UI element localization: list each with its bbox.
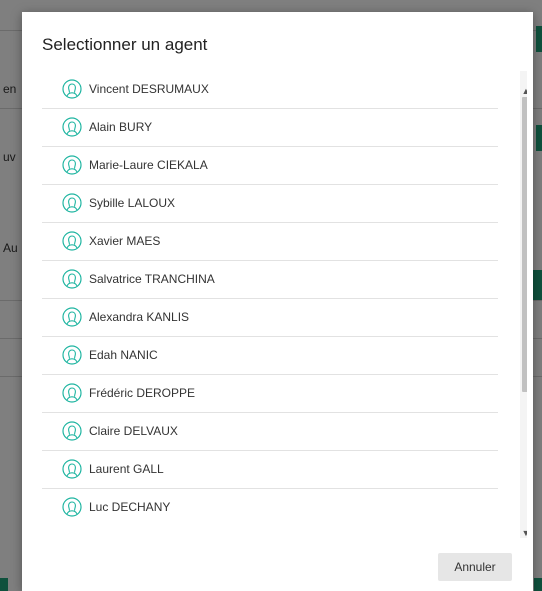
- agent-list-item[interactable]: Frédéric DEROPPE: [42, 375, 498, 413]
- agent-name: Salvatrice TRANCHINA: [89, 272, 215, 286]
- agent-list-item[interactable]: Edah NANIC: [42, 337, 498, 375]
- scrollbar-thumb[interactable]: [522, 97, 527, 392]
- agent-name: Marie-Laure CIEKALA: [89, 158, 208, 172]
- agent-name: Alain BURY: [89, 120, 153, 134]
- agent-list-item[interactable]: Alexandra KANLIS: [42, 299, 498, 337]
- agent-list-item[interactable]: Vincent DESRUMAUX: [42, 71, 498, 109]
- select-agent-dialog: Selectionner un agent Vincent DESRUMAUX A…: [22, 12, 533, 591]
- user-icon: [62, 497, 82, 517]
- user-icon: [62, 307, 82, 327]
- scroll-down-arrow-icon[interactable]: ▼: [520, 527, 527, 538]
- agent-name: Edah NANIC: [89, 348, 158, 362]
- agent-list-item[interactable]: Sybille LALOUX: [42, 185, 498, 223]
- scroll-up-arrow-icon[interactable]: ▲: [520, 85, 527, 97]
- agent-list-item[interactable]: Marie-Laure CIEKALA: [42, 147, 498, 185]
- user-icon: [62, 193, 82, 213]
- agent-name: Frédéric DEROPPE: [89, 386, 196, 400]
- cancel-button[interactable]: Annuler: [438, 553, 512, 581]
- agent-list-item[interactable]: Salvatrice TRANCHINA: [42, 261, 498, 299]
- user-icon: [62, 459, 82, 479]
- user-icon: [62, 117, 82, 137]
- agent-name: Vincent DESRUMAUX: [89, 82, 209, 96]
- user-icon: [62, 383, 82, 403]
- user-icon: [62, 155, 82, 175]
- agent-name: Alexandra KANLIS: [89, 310, 190, 324]
- agent-list: Vincent DESRUMAUX Alain BURY Marie-Laure C…: [42, 71, 498, 527]
- dialog-title: Selectionner un agent: [42, 35, 208, 54]
- agent-name: Claire DELVAUX: [89, 424, 178, 438]
- user-icon: [62, 231, 82, 251]
- user-icon: [62, 79, 82, 99]
- agent-list-item[interactable]: Claire DELVAUX: [42, 413, 498, 451]
- user-icon: [62, 269, 82, 289]
- agent-list-item[interactable]: Xavier MAES: [42, 223, 498, 261]
- agent-list-container[interactable]: Vincent DESRUMAUX Alain BURY Marie-Laure C…: [42, 71, 527, 538]
- agent-name: Laurent GALL: [89, 462, 164, 476]
- user-icon: [62, 421, 82, 441]
- agent-name: Luc DECHANY: [89, 500, 171, 514]
- user-icon: [62, 345, 82, 365]
- list-scrollbar[interactable]: ▲ ▼: [520, 71, 527, 538]
- agent-list-item[interactable]: Alain BURY: [42, 109, 498, 147]
- agent-list-item[interactable]: Laurent GALL: [42, 451, 498, 489]
- agent-name: Sybille LALOUX: [89, 196, 176, 210]
- agent-list-item[interactable]: Luc DECHANY: [42, 489, 498, 527]
- agent-name: Xavier MAES: [89, 234, 161, 248]
